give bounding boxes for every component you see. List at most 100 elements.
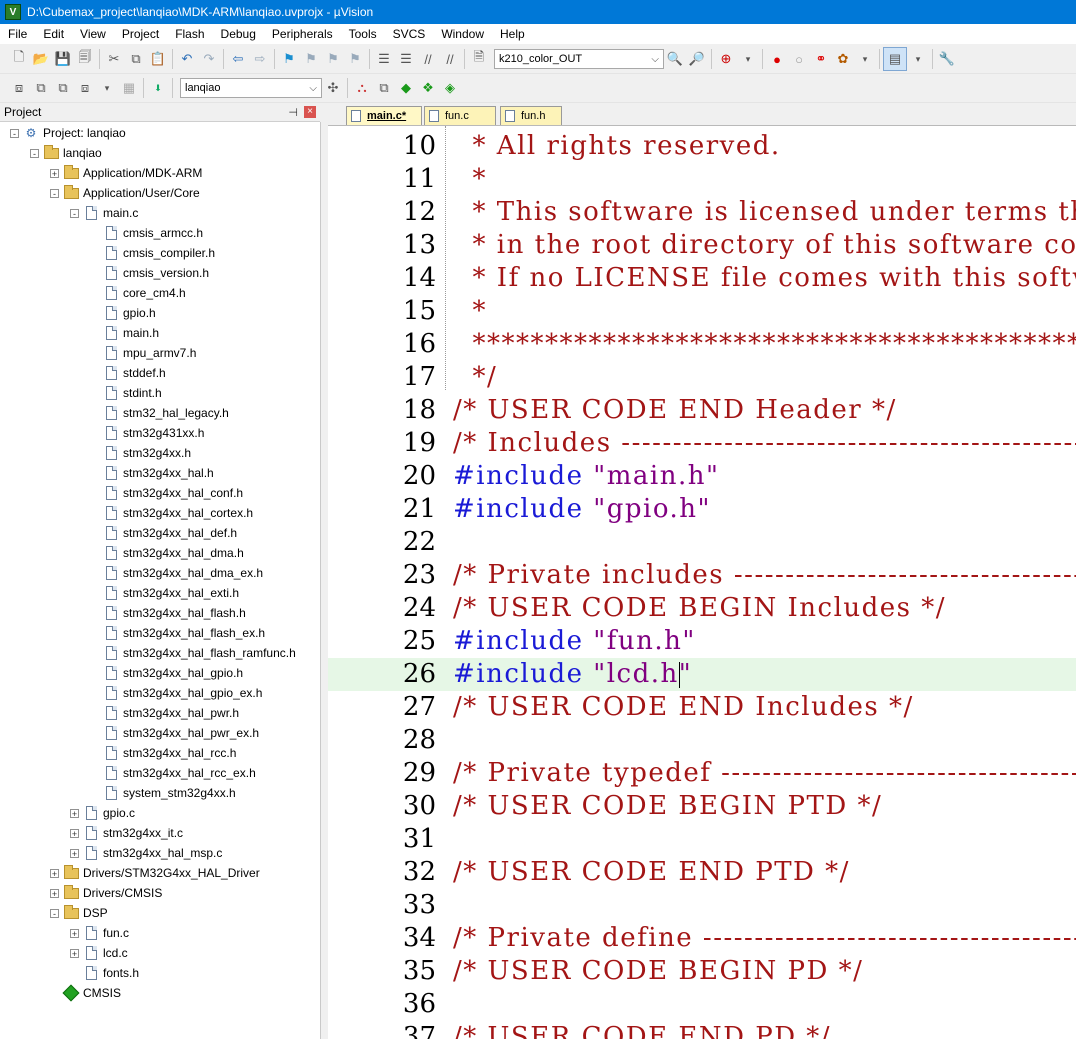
translate-icon[interactable]: ⧈	[8, 77, 30, 99]
tree-item[interactable]: CMSIS	[50, 983, 121, 1003]
code-line[interactable]: 31	[328, 823, 1076, 856]
find-in-files-icon[interactable]: 🗎	[468, 48, 490, 70]
code-line[interactable]: 25 #include "fun.h"	[328, 625, 1076, 658]
build-target-dropdown[interactable]: lanqiao ⌵	[180, 78, 322, 98]
code-line[interactable]: 36	[328, 988, 1076, 1021]
open-file-icon[interactable]: 📂	[30, 48, 52, 70]
code-line[interactable]: 27 /* USER CODE END Includes */	[328, 691, 1076, 724]
tree-item[interactable]: - main.c	[70, 203, 138, 223]
tab-fun-h[interactable]: fun.h	[500, 106, 562, 125]
tree-item[interactable]: stm32g4xx_hal_gpio_ex.h	[90, 683, 262, 703]
code-line[interactable]: 17 */	[328, 361, 1076, 394]
tree-item[interactable]: - DSP	[50, 903, 108, 923]
dropdown-arrow-icon[interactable]: ▾	[907, 48, 929, 70]
menu-tools[interactable]: Tools	[341, 24, 385, 44]
save-all-icon[interactable]: 🗐	[74, 48, 96, 70]
tree-item[interactable]: stm32g4xx_hal_pwr.h	[90, 703, 239, 723]
code-line[interactable]: 33	[328, 889, 1076, 922]
expand-icon[interactable]: +	[70, 808, 79, 818]
tree-item[interactable]: + Drivers/STM32G4xx_HAL_Driver	[50, 863, 260, 883]
menu-peripherals[interactable]: Peripherals	[264, 24, 341, 44]
cut-icon[interactable]: ✂	[103, 48, 125, 70]
tree-item[interactable]: stdint.h	[90, 383, 162, 403]
tree-item[interactable]: stm32g4xx_hal_conf.h	[90, 483, 243, 503]
nav-forward-icon[interactable]: ⇨	[249, 48, 271, 70]
tab-fun-c[interactable]: fun.c	[424, 106, 496, 125]
code-line[interactable]: 18 /* USER CODE END Header */	[328, 394, 1076, 427]
next-bookmark-icon[interactable]: ⚑	[322, 48, 344, 70]
code-line[interactable]: 26 #include "lcd.h"	[328, 658, 1076, 691]
tree-item[interactable]: stm32g4xx_hal_rcc_ex.h	[90, 763, 256, 783]
dropdown-arrow-icon[interactable]: ▾	[737, 48, 759, 70]
tree-item[interactable]: + fun.c	[70, 923, 129, 943]
expand-icon[interactable]: +	[50, 868, 59, 878]
menu-file[interactable]: File	[0, 24, 35, 44]
tree-item[interactable]: stm32g4xx_hal_def.h	[90, 523, 237, 543]
code-line[interactable]: 21 #include "gpio.h"	[328, 493, 1076, 526]
code-line[interactable]: 16 *************************************…	[328, 328, 1076, 361]
batch-build-icon[interactable]: ⧈	[74, 77, 96, 99]
tree-item[interactable]: + lcd.c	[70, 943, 128, 963]
tree-item[interactable]: gpio.h	[90, 303, 156, 323]
tree-item[interactable]: stm32g4xx_hal_dma_ex.h	[90, 563, 263, 583]
expand-icon[interactable]: +	[70, 828, 79, 838]
nav-back-icon[interactable]: ⇦	[227, 48, 249, 70]
tree-item[interactable]: - lanqiao	[30, 143, 102, 163]
menu-help[interactable]: Help	[492, 24, 533, 44]
file-extensions-icon[interactable]: ⧉	[373, 77, 395, 99]
redo-icon[interactable]: ↷	[198, 48, 220, 70]
debug-session-icon[interactable]: ⊕	[715, 48, 737, 70]
tab-main-c-[interactable]: main.c*	[346, 106, 422, 125]
menu-flash[interactable]: Flash	[167, 24, 212, 44]
tree-item[interactable]: stm32g4xx_hal_gpio.h	[90, 663, 243, 683]
expand-icon[interactable]: +	[70, 928, 79, 938]
code-editor[interactable]: 10 * All rights reserved. 11 * 12 * This s…	[328, 126, 1076, 1039]
tree-item[interactable]: mpu_armv7.h	[90, 343, 196, 363]
collapse-icon[interactable]: -	[50, 188, 59, 198]
new-file-icon[interactable]: 🗋	[8, 48, 30, 70]
disable-breakpoint-icon[interactable]: ○	[788, 48, 810, 70]
code-line[interactable]: 22	[328, 526, 1076, 559]
tree-item[interactable]: stm32g4xx_hal.h	[90, 463, 214, 483]
tree-item[interactable]: stm32g4xx_hal_exti.h	[90, 583, 239, 603]
pin-icon[interactable]: ⊣	[288, 106, 298, 119]
tree-item[interactable]: stm32g4xx_hal_flash.h	[90, 603, 246, 623]
tree-item[interactable]: + stm32g4xx_it.c	[70, 823, 183, 843]
code-line[interactable]: 28	[328, 724, 1076, 757]
comment-icon[interactable]: //	[417, 48, 439, 70]
indent-icon[interactable]: ☰	[373, 48, 395, 70]
stop-build-icon[interactable]: ▦	[118, 77, 140, 99]
code-line[interactable]: 24 /* USER CODE BEGIN Includes */	[328, 592, 1076, 625]
find-icon[interactable]: 🔍	[664, 48, 686, 70]
unindent-icon[interactable]: ☰	[395, 48, 417, 70]
wrench-icon[interactable]: 🔧	[936, 48, 958, 70]
tree-item[interactable]: - Application/User/Core	[50, 183, 200, 203]
breakpoint-icon[interactable]: ●	[766, 48, 788, 70]
code-line[interactable]: 13 * in the root directory of this softw…	[328, 229, 1076, 262]
tree-item[interactable]: core_cm4.h	[90, 283, 186, 303]
paste-icon[interactable]: 📋	[147, 48, 169, 70]
select-packs-icon[interactable]: ❖	[417, 77, 439, 99]
manage-run-time-icon[interactable]: ◆	[395, 77, 417, 99]
copy-icon[interactable]: ⧉	[125, 48, 147, 70]
expand-icon[interactable]: +	[70, 948, 79, 958]
code-line[interactable]: 11 *	[328, 163, 1076, 196]
window-layout-icon[interactable]: ▤	[883, 47, 907, 71]
tree-item[interactable]: stm32g4xx_hal_cortex.h	[90, 503, 253, 523]
code-line[interactable]: 19 /* Includes --------------------------…	[328, 427, 1076, 460]
code-line[interactable]: 23 /* Private includes ------------------…	[328, 559, 1076, 592]
code-line[interactable]: 37 /* USER CODE END PD */	[328, 1021, 1076, 1039]
panel-splitter[interactable]	[321, 103, 328, 1039]
tree-item[interactable]: stm32g4xx_hal_rcc.h	[90, 743, 236, 763]
code-line[interactable]: 12 * This software is licensed under ter…	[328, 196, 1076, 229]
code-line[interactable]: 30 /* USER CODE BEGIN PTD */	[328, 790, 1076, 823]
collapse-icon[interactable]: -	[70, 208, 79, 218]
tree-item[interactable]: stm32g4xx.h	[90, 443, 191, 463]
collapse-icon[interactable]: -	[10, 128, 19, 138]
expand-icon[interactable]: +	[50, 168, 59, 178]
collapse-icon[interactable]: -	[50, 908, 59, 918]
prev-bookmark-icon[interactable]: ⚑	[300, 48, 322, 70]
menu-project[interactable]: Project	[114, 24, 167, 44]
dropdown-arrow-icon[interactable]: ▾	[854, 48, 876, 70]
tree-item[interactable]: cmsis_armcc.h	[90, 223, 203, 243]
